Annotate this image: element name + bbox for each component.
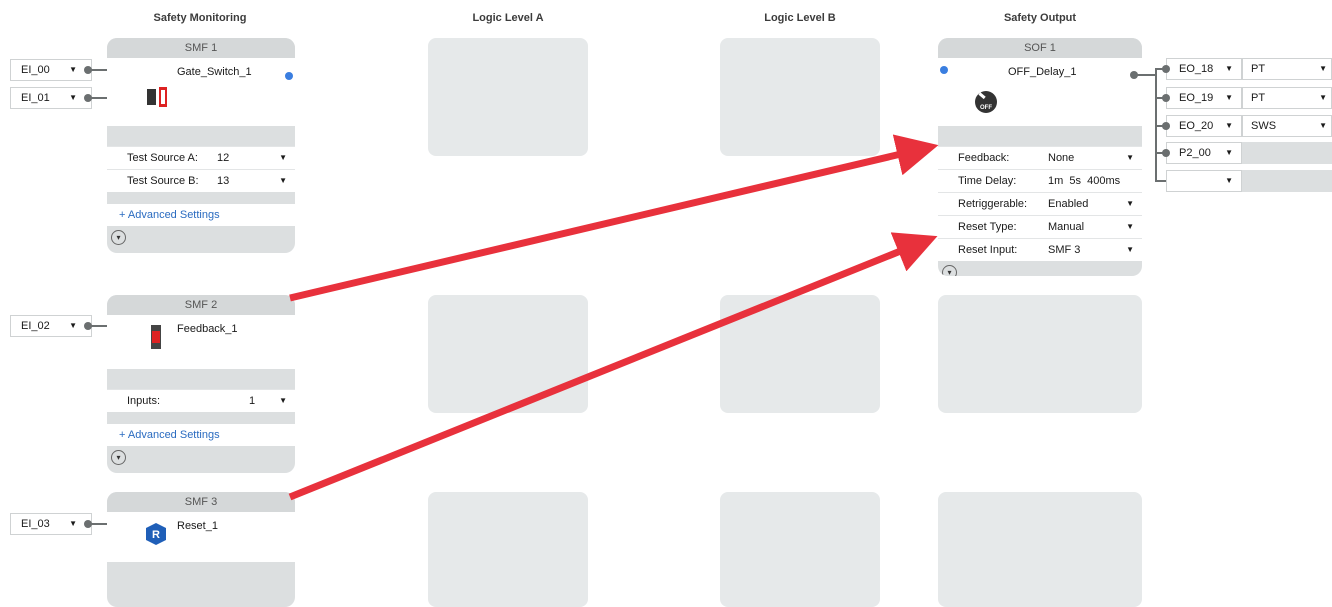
arrow-smf3-to-reset-input — [288, 232, 938, 501]
annotation-arrows — [288, 134, 939, 501]
arrow-smf2-to-feedback — [289, 134, 939, 302]
